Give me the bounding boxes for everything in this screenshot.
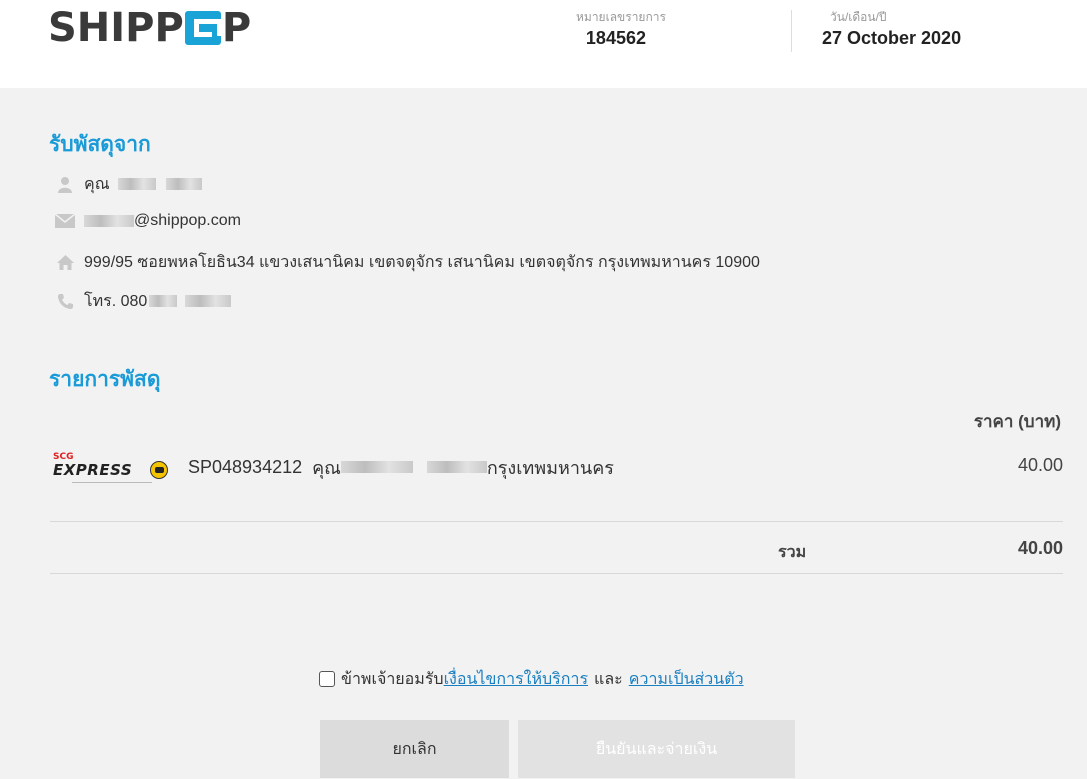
sender-address: 999/95 ซอยพหลโยธิน34 แขวงเสนานิคม เขตจตุ… (84, 253, 760, 271)
date-label: วัน/เดือน/ปี (830, 10, 887, 24)
order-number-block: หมายเลขรายการ 184562 (566, 8, 666, 49)
user-icon (53, 175, 77, 193)
phone-icon (53, 292, 77, 310)
sender-email-domain: @shippop.com (134, 212, 241, 229)
recipient-prefix: คุณ (312, 457, 341, 478)
redacted-email-user (84, 215, 134, 227)
price-column-header: ราคา (บาท) (973, 412, 1061, 431)
sender-phone-row: โทร. 080 (53, 290, 232, 312)
sender-section-title: รับพัสดุจาก (49, 133, 151, 156)
parcel-row: SCG EXPRESS SP048934212 คุณ กรุงเทพมหานค… (50, 449, 1063, 485)
shippop-logo: SHIPP P (48, 5, 252, 51)
date-value: 27 October 2020 (822, 28, 962, 48)
page-header: SHIPP P หมายเลขรายการ 184562 วัน/เดือน/ปี… (0, 0, 1087, 88)
total-divider (50, 573, 1063, 574)
recipient-province: กรุงเทพมหานคร (486, 457, 614, 478)
order-number-label: หมายเลขรายการ (576, 10, 666, 24)
items-divider (50, 521, 1063, 522)
agree-checkbox[interactable] (319, 671, 335, 687)
sender-address-row: 999/95 ซอยพหลโยธิน34 แขวงเสนานิคม เขตจตุ… (53, 251, 760, 273)
confirm-pay-button[interactable]: ยืนยันและจ่ายเงิน (518, 720, 795, 778)
tracking-number: SP048934212 (188, 456, 303, 477)
privacy-link[interactable]: ความเป็นส่วนตัว (629, 667, 744, 692)
agreement-and: และ (594, 670, 623, 688)
redacted-recipient-first (340, 461, 413, 473)
cancel-button[interactable]: ยกเลิก (320, 720, 509, 778)
redacted-first-name (117, 178, 156, 190)
scg-express-logo: SCG EXPRESS (50, 449, 178, 485)
sender-name-prefix: คุณ (84, 175, 110, 193)
order-number-value: 184562 (585, 28, 646, 48)
logo-underline (72, 482, 152, 483)
terms-link[interactable]: เงื่อนไขการให้บริการ (444, 667, 588, 692)
logo-mark-icon (184, 11, 222, 45)
agreement-row: ข้าพเจ้ายอมรับ เงื่อนไขการให้บริการ และ ควา… (319, 668, 744, 690)
date-block: วัน/เดือน/ปี 27 October 2020 (822, 8, 961, 49)
envelope-icon (53, 212, 77, 230)
parcel-price: 40.00 (1017, 455, 1063, 475)
carrier-logo-main: EXPRESS (53, 461, 133, 479)
header-divider (791, 10, 792, 52)
redacted-recipient-last (426, 461, 487, 473)
items-section-title: รายการพัสดุ (49, 368, 161, 391)
sender-email-row: @shippop.com (53, 210, 241, 232)
redacted-phone-part-1 (149, 295, 178, 307)
sender-name-row: คุณ (53, 173, 202, 195)
black-cat-icon (150, 461, 168, 479)
agreement-prefix: ข้าพเจ้ายอมรับ (341, 670, 444, 688)
total-label: รวม (778, 544, 807, 561)
redacted-last-name (165, 178, 202, 190)
redacted-phone-part-2 (185, 295, 232, 307)
home-icon (53, 253, 77, 271)
sender-phone-prefix: โทร. 080 (84, 292, 148, 310)
carrier-logo-top: SCG (53, 452, 74, 462)
order-summary-panel: รับพัสดุจาก คุณ @shippop.com 999/95 ซอยพ… (0, 88, 1087, 779)
total-value: 40.00 (1017, 538, 1063, 558)
